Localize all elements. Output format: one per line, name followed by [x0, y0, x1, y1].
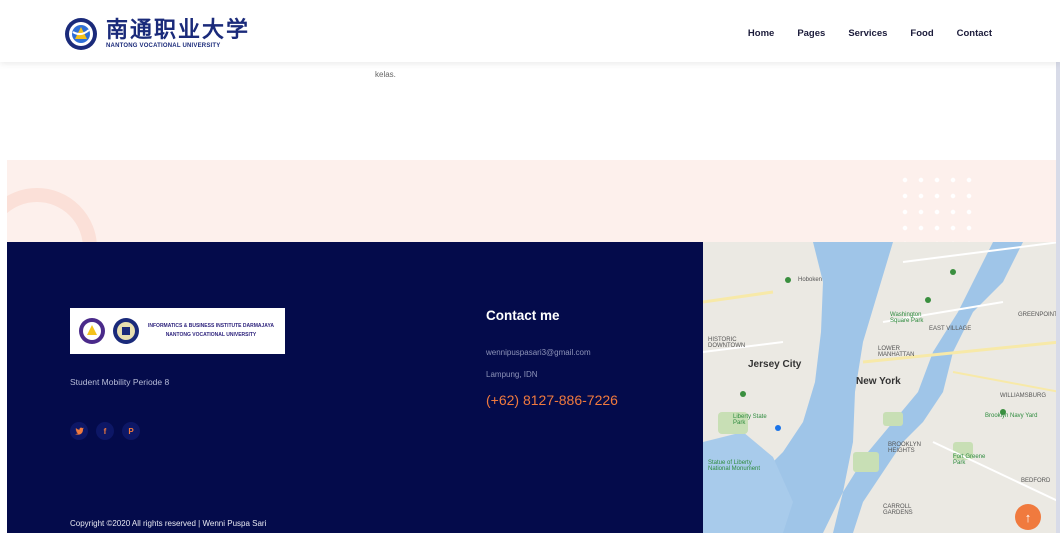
pinterest-icon[interactable]: P — [122, 422, 140, 440]
footer-logo-line2: NANTONG VOCATIONAL UNIVERSITY — [165, 332, 257, 338]
contact-email[interactable]: wennipuspasari3@gmail.com — [486, 348, 591, 357]
nav-food[interactable]: Food — [910, 28, 933, 39]
site-footer: INFORMATICS & BUSINESS INSTITUTE DARMAJA… — [7, 242, 703, 533]
footer-tagline: Student Mobility Periode 8 — [70, 377, 170, 387]
map-label-washington-square: Washington Square Park — [890, 312, 924, 324]
map-label-jersey-city: Jersey City — [748, 359, 802, 370]
darmajaya-emblem-icon — [79, 318, 105, 344]
nantong-emblem-icon — [113, 318, 139, 344]
footer-logo-line1: INFORMATICS & BUSINESS INSTITUTE DARMAJA… — [148, 323, 274, 329]
site-header: 南通职业大学 NANTONG VOCATIONAL UNIVERSITY Hom… — [0, 0, 1060, 62]
site-logo[interactable]: 南通职业大学 NANTONG VOCATIONAL UNIVERSITY — [64, 17, 250, 51]
logo-english-text: NANTONG VOCATIONAL UNIVERSITY — [106, 43, 221, 49]
map-label-hoboken: Hoboken — [798, 277, 823, 283]
map-label-new-york: New York — [856, 376, 901, 387]
nav-pages[interactable]: Pages — [797, 28, 825, 39]
map-label-carroll-gardens: CARROLL GARDENS — [883, 504, 913, 516]
map-label-bedford: BEDFORD — [1021, 478, 1051, 484]
page-scrollbar[interactable] — [1056, 62, 1060, 533]
contact-location: Lampung, IDN — [486, 370, 538, 379]
facebook-icon[interactable]: f — [96, 422, 114, 440]
map-label-williamsburg: WILLIAMSBURG — [1000, 393, 1047, 399]
footer-logo: INFORMATICS & BUSINESS INSTITUTE DARMAJA… — [70, 308, 285, 354]
decorative-dot-grid — [897, 172, 977, 242]
nav-home[interactable]: Home — [748, 28, 774, 39]
social-links: f P — [70, 422, 140, 440]
back-to-top-button[interactable]: ↑ — [1015, 504, 1041, 530]
decorative-arc — [7, 188, 97, 242]
contact-title: Contact me — [486, 308, 560, 323]
content-text-fragment: kelas. — [375, 70, 396, 79]
main-nav: Home Pages Services Food Contact — [725, 28, 992, 39]
map-label-brooklyn-heights: BROOKLYN HEIGHTS — [888, 442, 921, 454]
map-label-east-village: EAST VILLAGE — [929, 326, 972, 332]
map-label-historic-downtown: HISTORIC DOWNTOWN — [708, 337, 746, 349]
contact-phone[interactable]: (+62) 8127-886-7226 — [486, 392, 618, 408]
decorative-band — [7, 160, 1060, 242]
nav-services[interactable]: Services — [848, 28, 887, 39]
location-map[interactable]: Hoboken HISTORIC DOWNTOWN Jersey City Ne… — [703, 242, 1060, 533]
map-label-lower-manhattan: LOWER MANHATTAN — [878, 346, 915, 358]
map-label-fort-greene: Fort Greene Park — [953, 454, 986, 466]
map-label-statue-of-liberty: Statue of Liberty National Monument — [708, 460, 761, 472]
map-canvas — [703, 242, 1060, 533]
map-label-greenpoint: GREENPOINT — [1018, 312, 1058, 318]
nav-contact[interactable]: Contact — [957, 28, 992, 39]
twitter-icon[interactable] — [70, 422, 88, 440]
logo-chinese-text: 南通职业大学 — [106, 17, 251, 43]
map-label-liberty-state-park: Liberty State Park — [733, 414, 767, 426]
copyright-text: Copyright ©2020 All rights reserved | We… — [70, 519, 267, 528]
arrow-up-icon: ↑ — [1024, 509, 1032, 525]
university-emblem-icon — [65, 18, 97, 50]
map-label-brooklyn-navy-yard: Brooklyn Navy Yard — [985, 413, 1038, 419]
